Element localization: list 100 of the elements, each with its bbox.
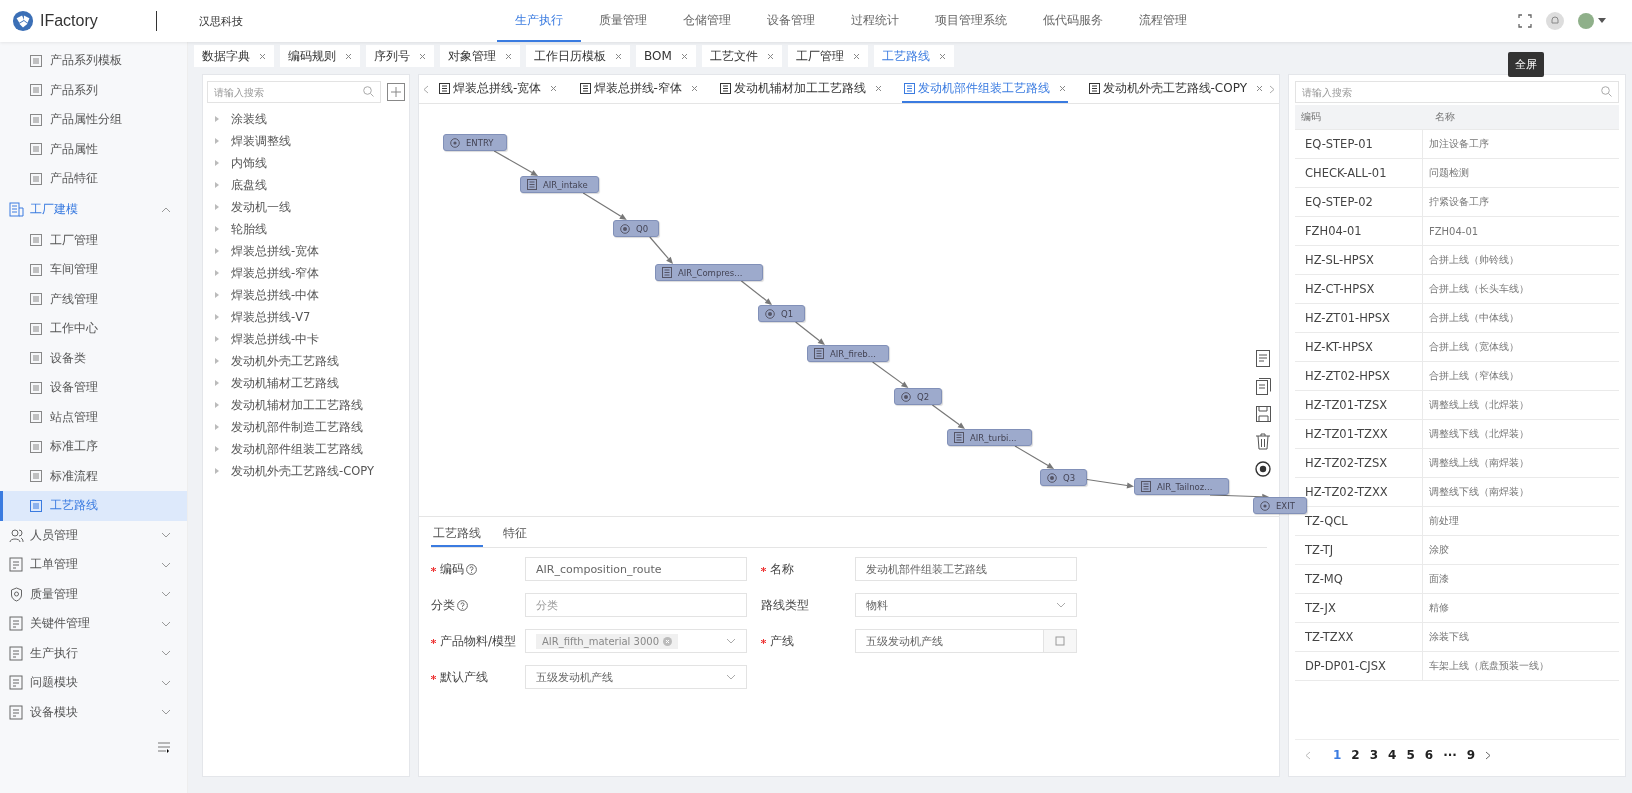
tree-item[interactable]: 发动机一线 bbox=[207, 196, 405, 218]
process-node[interactable]: ENTRY bbox=[443, 134, 507, 151]
tree-item[interactable]: 焊装总拼线-V7 bbox=[207, 306, 405, 328]
copy-icon[interactable] bbox=[1255, 378, 1271, 395]
process-node[interactable]: AIR_Tailnoz... bbox=[1134, 478, 1229, 495]
tree-item[interactable]: 轮胎线 bbox=[207, 218, 405, 240]
sidebar-item[interactable]: 车间管理 bbox=[0, 255, 187, 285]
table-row[interactable]: FZH04-01 FZH04-01 bbox=[1295, 217, 1619, 246]
nav-tab[interactable]: 生产执行 bbox=[497, 0, 581, 42]
close-icon[interactable] bbox=[875, 84, 883, 92]
table-row[interactable]: HZ-SL-HPSX 合拼上线（帅铃线） bbox=[1295, 246, 1619, 275]
form-tab[interactable]: 工艺路线 bbox=[431, 525, 483, 547]
process-node[interactable]: Q2 bbox=[894, 388, 942, 405]
table-row[interactable]: HZ-KT-HPSX 合拼上线（宽体线） bbox=[1295, 333, 1619, 362]
close-icon[interactable] bbox=[938, 52, 946, 60]
tree-item[interactable]: 发动机外壳工艺路线 bbox=[207, 350, 405, 372]
sidebar-group[interactable]: 工单管理 bbox=[0, 550, 187, 580]
tree-item[interactable]: 焊装总拼线-宽体 bbox=[207, 240, 405, 262]
route-tab[interactable]: 发动机部件组装工艺路线 bbox=[902, 75, 1069, 103]
table-row[interactable]: CHECK-ALL-01 问题检测 bbox=[1295, 159, 1619, 188]
sidebar-item[interactable]: 产品特征 bbox=[0, 164, 187, 194]
tree-item[interactable]: 内饰线 bbox=[207, 152, 405, 174]
sidebar-item[interactable]: 产品属性 bbox=[0, 134, 187, 164]
form-tab[interactable]: 特征 bbox=[501, 525, 529, 547]
sidebar-group[interactable]: 设备模块 bbox=[0, 697, 187, 727]
sidebar-group[interactable]: 问题模块 bbox=[0, 668, 187, 698]
page-tab[interactable]: 工艺文件 bbox=[701, 45, 782, 67]
page-tab[interactable]: 工艺路线 bbox=[873, 45, 954, 67]
search-field[interactable]: 请输入搜索 bbox=[1295, 81, 1619, 103]
sidebar-group[interactable]: 生产执行 bbox=[0, 638, 187, 668]
notification-icon[interactable] bbox=[1546, 12, 1564, 30]
close-icon[interactable] bbox=[680, 52, 688, 60]
sidebar-item[interactable]: 工作中心 bbox=[0, 314, 187, 344]
tree-item[interactable]: 发动机辅材工艺路线 bbox=[207, 372, 405, 394]
close-icon[interactable] bbox=[1059, 84, 1067, 92]
route-tab[interactable]: 发动机外壳工艺路线-COPY bbox=[1086, 75, 1265, 103]
tree-item[interactable]: 焊装调整线 bbox=[207, 130, 405, 152]
table-row[interactable]: HZ-TZ01-TZXX 调整线下线（北焊装） bbox=[1295, 420, 1619, 449]
process-node[interactable]: Q0 bbox=[613, 220, 659, 237]
table-row[interactable]: EQ-STEP-02 拧紧设备工序 bbox=[1295, 188, 1619, 217]
lookup-field[interactable]: 五级发动机产线 bbox=[855, 629, 1077, 653]
sidebar-item[interactable]: 产品系列模板 bbox=[0, 46, 187, 76]
process-node[interactable]: AIR_intake bbox=[520, 176, 599, 193]
close-icon[interactable] bbox=[550, 84, 558, 92]
select-field[interactable]: 五级发动机产线 bbox=[525, 665, 747, 689]
close-icon[interactable] bbox=[345, 52, 352, 60]
table-row[interactable]: HZ-TZ02-TZSX 调整线上线（南焊装） bbox=[1295, 449, 1619, 478]
remove-tag-icon[interactable] bbox=[663, 636, 672, 646]
sidebar-item[interactable]: 产线管理 bbox=[0, 284, 187, 314]
route-tab[interactable]: 发动机辅材加工工艺路线 bbox=[718, 75, 885, 103]
sidebar-item[interactable]: 标准工序 bbox=[0, 432, 187, 462]
process-node[interactable]: AIR_Compres... bbox=[655, 264, 763, 281]
sidebar-group[interactable]: 关键件管理 bbox=[0, 609, 187, 639]
nav-tab[interactable]: 仓储管理 bbox=[665, 0, 749, 42]
sidebar-group[interactable]: 人员管理 bbox=[0, 520, 187, 550]
tree-item[interactable]: 焊装总拼线-中卡 bbox=[207, 328, 405, 350]
sidebar-item[interactable]: 工艺路线 bbox=[0, 491, 187, 521]
page-tab[interactable]: BOM bbox=[636, 45, 696, 67]
page-tab[interactable]: 工作日历模板 bbox=[526, 45, 630, 67]
table-row[interactable]: HZ-TZ01-TZSX 调整线上线（北焊装） bbox=[1295, 391, 1619, 420]
text-field[interactable]: 发动机部件组装工艺路线 bbox=[855, 557, 1077, 581]
nav-tab[interactable]: 质量管理 bbox=[581, 0, 665, 42]
process-node[interactable]: Q1 bbox=[758, 305, 805, 322]
page-number[interactable]: 4 bbox=[1388, 748, 1397, 762]
page-number[interactable]: ··· bbox=[1443, 748, 1457, 762]
route-tab[interactable]: 焊装总拼线-窄体 bbox=[577, 75, 700, 103]
sidebar-item[interactable]: 设备类 bbox=[0, 343, 187, 373]
scroll-left-icon[interactable] bbox=[423, 84, 429, 94]
page-tab[interactable]: 编码规则 bbox=[280, 45, 360, 67]
close-icon[interactable] bbox=[615, 52, 622, 60]
close-icon[interactable] bbox=[505, 52, 512, 60]
fullscreen-icon[interactable] bbox=[1518, 14, 1532, 28]
sidebar-item[interactable]: 站点管理 bbox=[0, 402, 187, 432]
save-icon[interactable] bbox=[1255, 406, 1271, 422]
document-icon[interactable] bbox=[1256, 350, 1270, 367]
tree-item[interactable]: 焊装总拼线-窄体 bbox=[207, 262, 405, 284]
record-icon[interactable] bbox=[1255, 461, 1271, 477]
tree-item[interactable]: 发动机外壳工艺路线-COPY bbox=[207, 460, 405, 482]
search-field[interactable]: 请输入搜索 bbox=[207, 81, 381, 103]
table-row[interactable]: HZ-ZT02-HPSX 合拼上线（窄体线） bbox=[1295, 362, 1619, 391]
page-number[interactable]: 9 bbox=[1466, 748, 1476, 762]
close-icon[interactable] bbox=[259, 52, 266, 60]
add-icon[interactable] bbox=[387, 83, 405, 101]
table-row[interactable]: HZ-ZT01-HPSX 合拼上线（中体线） bbox=[1295, 304, 1619, 333]
nav-tab[interactable]: 过程统计 bbox=[833, 0, 917, 42]
tree-item[interactable]: 发动机辅材加工工艺路线 bbox=[207, 394, 405, 416]
close-icon[interactable] bbox=[766, 52, 774, 60]
route-tab[interactable]: 焊装总拼线-宽体 bbox=[437, 75, 560, 103]
page-number[interactable]: 5 bbox=[1406, 748, 1415, 762]
close-icon[interactable] bbox=[852, 52, 860, 60]
tree-item[interactable]: 发动机部件组装工艺路线 bbox=[207, 438, 405, 460]
sidebar-item[interactable]: 标准流程 bbox=[0, 461, 187, 491]
text-field[interactable]: 分类 bbox=[525, 593, 747, 617]
page-number[interactable]: 2 bbox=[1351, 748, 1360, 762]
page-number[interactable]: 6 bbox=[1424, 748, 1434, 762]
page-tab[interactable]: 对象管理 bbox=[440, 45, 520, 67]
caret-icon[interactable] bbox=[1598, 18, 1606, 24]
table-row[interactable]: TZ-TJ 涂胶 bbox=[1295, 536, 1619, 565]
nav-tab[interactable]: 低代码服务 bbox=[1025, 0, 1121, 42]
sidebar-group[interactable]: 质量管理 bbox=[0, 579, 187, 609]
